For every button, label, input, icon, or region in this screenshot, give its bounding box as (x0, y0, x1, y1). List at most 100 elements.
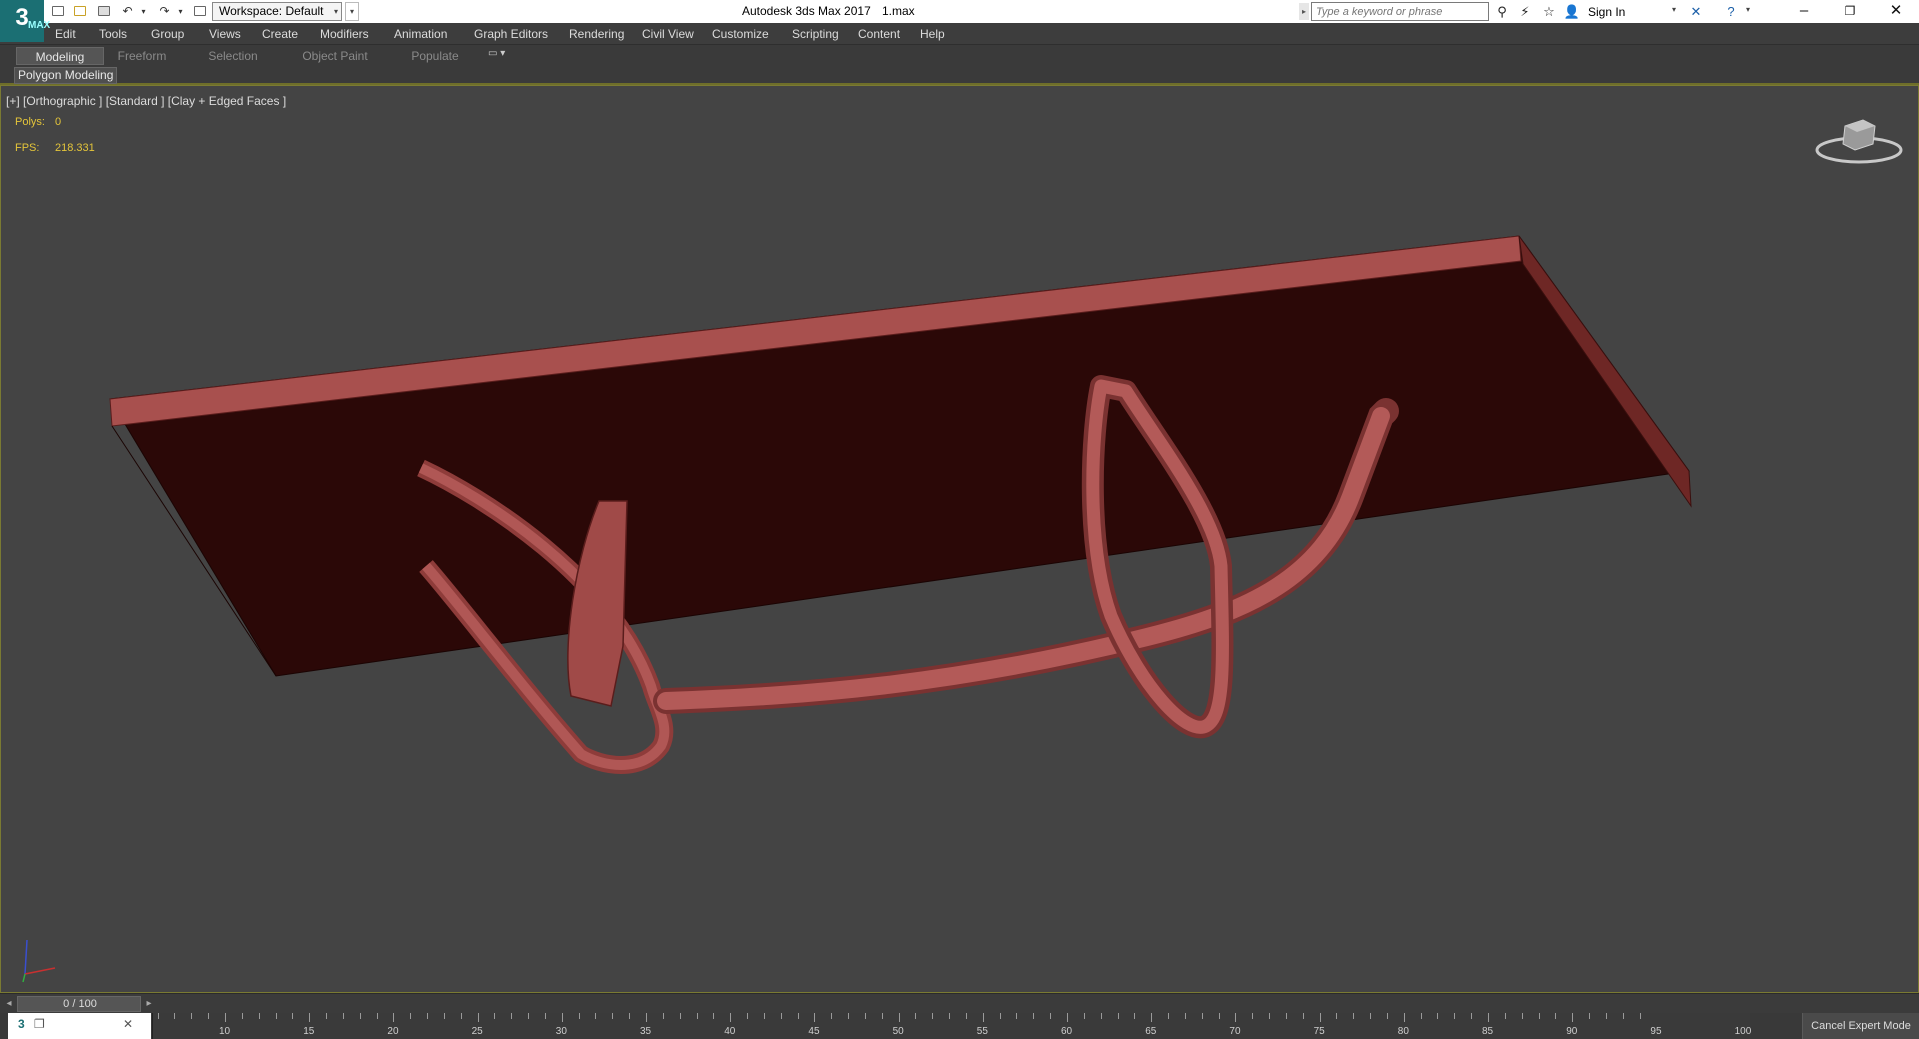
timeline-tick (427, 1013, 429, 1019)
tab-object-paint[interactable]: Object Paint (290, 47, 380, 65)
viewport-label[interactable]: [+] [Orthographic ] [Standard ] [Clay + … (6, 94, 286, 108)
favorites-star-icon[interactable]: ☆ (1540, 3, 1558, 20)
timeline-tick (1437, 1013, 1439, 1019)
redo-icon[interactable]: ↷ (156, 3, 173, 20)
timeline-tick-label: 60 (1061, 1026, 1073, 1037)
search-expand-icon[interactable]: ▸ (1299, 3, 1309, 20)
close-icon[interactable]: ✕ (1873, 0, 1919, 23)
timeline-tick (982, 1013, 984, 1022)
minimize-icon[interactable]: – (1781, 0, 1827, 23)
menu-scripting[interactable]: Scripting (792, 27, 839, 41)
menu-group[interactable]: Group (151, 27, 184, 41)
binoculars-icon[interactable]: ⚲ (1493, 3, 1511, 20)
menu-views[interactable]: Views (209, 27, 241, 41)
timeline-ruler[interactable]: 10 15 20 25 30 35 40 45 50 55 60 65 70 75 80 85 90 95 100 (152, 1013, 1751, 1039)
timeline-tick (241, 1013, 243, 1019)
project-folder-icon[interactable] (191, 3, 208, 20)
timeline-tick-label: 70 (1229, 1026, 1241, 1037)
timeline-tick (410, 1013, 412, 1019)
save-file-icon[interactable] (95, 3, 112, 20)
tab-modeling[interactable]: Modeling (16, 47, 104, 65)
menu-tools[interactable]: Tools (99, 27, 127, 41)
timeline-tick (881, 1013, 883, 1019)
sign-in-link[interactable]: Sign In (1588, 5, 1625, 19)
menu-content[interactable]: Content (858, 27, 900, 41)
menu-help[interactable]: Help (920, 27, 945, 41)
timeline-tick (1353, 1013, 1355, 1019)
timeline-tick (730, 1013, 732, 1022)
cancel-expert-mode-button[interactable]: Cancel Expert Mode (1802, 1013, 1919, 1039)
timeline-tick (814, 1013, 816, 1022)
timeline-tick (915, 1013, 917, 1019)
tab-populate[interactable]: Populate (398, 47, 472, 65)
exchange-apps-icon[interactable]: ✕ (1687, 3, 1705, 20)
undo-dropdown-icon[interactable]: ▾ (139, 3, 148, 20)
tab-freeform[interactable]: Freeform (104, 47, 180, 65)
timeline-tick (932, 1013, 934, 1019)
chevron-down-icon[interactable]: ▾ (1672, 5, 1676, 14)
timeline-tick-label: 95 (1650, 1026, 1662, 1037)
timeline-tick (191, 1013, 193, 1019)
app-logo-icon[interactable]: 3 MAX (0, 0, 50, 42)
menu-modifiers[interactable]: Modifiers (320, 27, 369, 41)
timeline-tick (1134, 1013, 1136, 1019)
timeline-tick (460, 1013, 462, 1019)
timeline-tick (1370, 1013, 1372, 1019)
taskbar-thumbnail[interactable]: 3 ❐ ✕ (8, 1013, 151, 1039)
timeline-tick (679, 1013, 681, 1019)
menu-graph-editors[interactable]: Graph Editors (474, 27, 548, 41)
redo-dropdown-icon[interactable]: ▾ (176, 3, 185, 20)
timeline-tick (157, 1013, 159, 1019)
timeline-tick-label: 30 (555, 1026, 567, 1037)
viewport-orthographic[interactable]: [+] [Orthographic ] [Standard ] [Clay + … (0, 85, 1919, 993)
prev-frame-icon[interactable]: ◂ (3, 997, 15, 1011)
timeline-tick (831, 1013, 833, 1019)
timeline-tick (1151, 1013, 1153, 1022)
timeline-tick (1285, 1013, 1287, 1019)
time-slider-label: 0 / 100 (63, 998, 97, 1010)
menu-rendering[interactable]: Rendering (569, 27, 624, 41)
timeline-tick (780, 1013, 782, 1019)
open-file-icon[interactable] (71, 3, 88, 20)
timeline-tick (342, 1013, 344, 1019)
viewport-scene (109, 235, 1692, 774)
timeline-tick (713, 1013, 715, 1019)
timeline-tick (258, 1013, 260, 1019)
subscription-center-icon[interactable]: ⚡ (1516, 3, 1534, 20)
tab-selection[interactable]: Selection (196, 47, 270, 65)
timeline-tick (1016, 1013, 1018, 1019)
polys-stat: Polys: 0 (15, 116, 61, 128)
close-thumb-icon[interactable]: ✕ (123, 1017, 133, 1031)
timeline-tick (1589, 1013, 1591, 1019)
time-slider-thumb[interactable]: 0 / 100 (17, 996, 141, 1012)
user-icon[interactable]: 👤 (1563, 3, 1581, 20)
menu-civil-view[interactable]: Civil View (642, 27, 694, 41)
timeline-tick (763, 1013, 765, 1019)
timeline-tick (595, 1013, 597, 1019)
new-file-icon[interactable] (49, 3, 66, 20)
timeline-tick (275, 1013, 277, 1019)
timeline-tick (949, 1013, 951, 1019)
timeline-tick (898, 1013, 900, 1022)
next-frame-icon[interactable]: ▸ (143, 997, 155, 1011)
search-input[interactable] (1311, 2, 1489, 21)
timeline-tick (1521, 1013, 1523, 1019)
menu-create[interactable]: Create (262, 27, 298, 41)
menu-edit[interactable]: Edit (55, 27, 76, 41)
timeline-tick-label: 45 (808, 1026, 820, 1037)
restore-thumb-icon[interactable]: ❐ (34, 1017, 45, 1031)
viewcube-icon[interactable] (1811, 114, 1907, 172)
ribbon-minimize-icon[interactable]: ▭ ▾ (488, 48, 516, 63)
menu-customize[interactable]: Customize (712, 27, 769, 41)
fps-stat: FPS: 218.331 (15, 142, 95, 154)
chevron-down-icon[interactable]: ▾ (1746, 5, 1750, 14)
undo-icon[interactable]: ↶ (119, 3, 136, 20)
bottom-bar: 3 ❐ ✕ 10 15 20 25 30 35 40 45 50 55 60 65 70 75 80 85 90… (0, 1013, 1919, 1039)
quick-access-customize-icon[interactable]: ▾ (345, 2, 359, 21)
workspace-dropdown[interactable]: Workspace: Default ▾ (212, 2, 342, 21)
polygon-modeling-panel[interactable]: Polygon Modeling (14, 67, 118, 84)
menu-animation[interactable]: Animation (394, 27, 447, 41)
timeline-tick-label: 85 (1482, 1026, 1494, 1037)
help-icon[interactable]: ? (1722, 3, 1740, 20)
restore-icon[interactable]: ❐ (1827, 0, 1873, 23)
